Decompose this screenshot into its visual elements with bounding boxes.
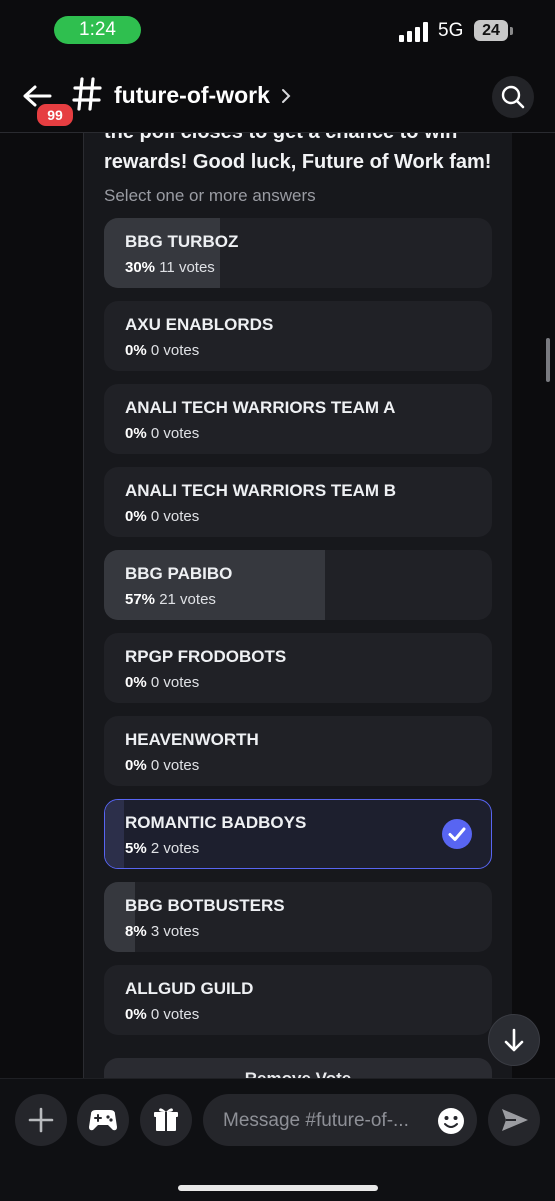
send-icon [502,1109,528,1131]
poll-answer[interactable]: AXU ENABLORDS 0% 0 votes [104,301,492,371]
add-attachment-button[interactable] [15,1094,67,1146]
poll-answer-label: BBG PABIBO [125,564,233,583]
chevron-right-icon[interactable] [280,88,292,104]
search-button[interactable] [492,76,534,118]
gift-icon [154,1108,178,1131]
poll-answer-percent: 0% [125,1006,147,1023]
cellular-signal-icon [399,22,428,42]
poll-answer-label: ALLGUD GUILD [125,979,254,998]
poll-answer-votes: 0 votes [150,674,200,691]
message-input[interactable] [221,1094,430,1148]
poll-answer-votes: 0 votes [150,508,200,525]
poll-answer-label: ANALI TECH WARRIORS TEAM B [125,481,397,500]
poll-answer-fill [104,218,221,288]
poll-answer-percent: 5% [125,840,147,857]
poll-answer[interactable]: BBG TURBOZ 30% 11 votes [104,218,492,288]
poll-answer[interactable]: BBG BOTBUSTERS 8% 3 votes [104,882,492,952]
arrow-down-icon [504,1028,524,1052]
poll-answer-percent: 0% [125,425,147,442]
poll-answer-votes: 3 votes [150,923,200,940]
poll-answer-stats: 0% 0 votes [125,757,199,774]
status-time: 1:24 [54,16,141,44]
poll-answer-percent: 30% [125,259,156,276]
poll-answer[interactable]: ALLGUD GUILD 0% 0 votes [104,965,492,1035]
remove-vote-button[interactable]: Remove Vote [104,1058,492,1078]
poll-answer-percent: 0% [125,342,147,359]
poll-answer-label: AXU ENABLORDS [125,315,274,334]
poll-answer-stats: 57% 21 votes [125,591,216,608]
poll-answer-votes: 0 votes [150,757,200,774]
poll-answer[interactable]: HEAVENWORTH 0% 0 votes [104,716,492,786]
channel-name[interactable]: future-of-work [114,82,270,109]
poll-answer-stats: 30% 11 votes [125,259,215,276]
unread-badge: 99 [35,102,75,128]
poll-answer-stats: 0% 0 votes [125,508,199,525]
emoji-icon[interactable] [436,1106,466,1136]
battery-icon: 24 [474,20,508,41]
battery-nub [510,27,513,35]
gift-button[interactable] [140,1094,192,1146]
poll-card: the poll closes to get a chance to win r… [84,133,512,1078]
message-input-wrapper [203,1094,477,1148]
poll-answer-fill [104,550,326,620]
network-type: 5G [438,20,464,41]
poll-answer-votes: 11 votes [159,259,215,276]
poll-answer-stats: 8% 3 votes [125,923,199,940]
poll-answer-stats: 0% 0 votes [125,425,199,442]
poll-answer[interactable]: ANALI TECH WARRIORS TEAM B 0% 0 votes [104,467,492,537]
jump-to-bottom-button[interactable] [488,1014,540,1066]
poll-answer[interactable]: RPGP FRODOBOTS 0% 0 votes [104,633,492,703]
poll-answer-fill [105,800,125,868]
poll-answer[interactable]: ROMANTIC BADBOYS 5% 2 votes [104,799,492,869]
poll-answer-percent: 0% [125,757,147,774]
poll-question-text: the poll closes to get a chance to win r… [104,133,492,173]
home-indicator[interactable] [178,1185,378,1191]
poll-answer-percent: 0% [125,508,147,525]
poll-answer-votes: 2 votes [150,840,200,857]
search-icon [501,85,525,109]
checkmark-icon [442,819,472,849]
scrollbar-thumb[interactable] [546,338,550,382]
poll-answer-votes: 0 votes [150,425,200,442]
channel-header: future-of-work [0,58,555,133]
poll-answer-label: ANALI TECH WARRIORS TEAM A [125,398,396,417]
poll-hint: Select one or more answers [104,186,316,205]
poll-answer-label: BBG BOTBUSTERS [125,896,285,915]
poll-answer-votes: 0 votes [150,1006,200,1023]
poll-answer-label: RPGP FRODOBOTS [125,647,287,666]
poll-answer-fill [104,882,136,952]
poll-answer-percent: 57% [125,591,156,608]
poll-answer[interactable]: ANALI TECH WARRIORS TEAM A 0% 0 votes [104,384,492,454]
poll-answer[interactable]: BBG PABIBO 57% 21 votes [104,550,492,620]
activities-button[interactable] [77,1094,129,1146]
poll-answer-votes: 21 votes [159,591,216,608]
send-button[interactable] [488,1094,540,1146]
message-composer [0,1078,555,1201]
poll-answer-stats: 0% 0 votes [125,342,199,359]
poll-answer-stats: 0% 0 votes [125,1006,199,1023]
poll-answer-votes: 0 votes [150,342,200,359]
channel-hash-icon [72,77,102,111]
poll-answer-percent: 8% [125,923,147,940]
plus-icon [28,1107,54,1133]
poll-answer-stats: 0% 0 votes [125,674,199,691]
status-bar: 1:24 5G 24 [0,0,555,58]
poll-answer-label: BBG TURBOZ [125,232,239,251]
gamepad-icon [89,1110,117,1131]
poll-answer-percent: 0% [125,674,147,691]
poll-answer-label: HEAVENWORTH [125,730,259,749]
poll-answer-label: ROMANTIC BADBOYS [125,813,307,832]
poll-answer-stats: 5% 2 votes [125,840,199,857]
